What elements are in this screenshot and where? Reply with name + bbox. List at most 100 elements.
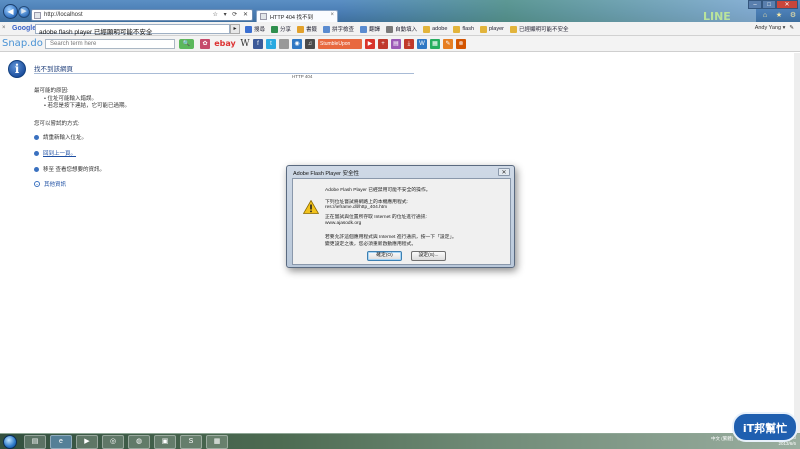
google-tool-9[interactable]: 已經顯明可能不安全 (510, 25, 569, 33)
google-account[interactable]: Andy Yang ▾ ✎ (755, 25, 794, 31)
try-heading: 您可以嘗試的方式: (34, 121, 80, 127)
google-toolbar: × Google adobe flash player 已經顯明可能不安全 ▸ … (0, 22, 800, 36)
tray-item[interactable]: 中文 (繁體) (711, 436, 733, 442)
info-icon: i (8, 60, 26, 78)
snapdo-search-input[interactable]: Search term here (45, 39, 175, 49)
more-info-link[interactable]: ⌄ 其他資訊 (34, 180, 66, 188)
google-toolbar-close-icon[interactable]: × (2, 25, 6, 31)
word-icon[interactable]: W (417, 39, 427, 49)
address-bar[interactable]: http://localhost ☆ ▾ ⟳ ✕ (31, 9, 253, 21)
back-button[interactable]: ◀ (3, 4, 18, 19)
google-tool-0[interactable]: 搜尋 (245, 25, 265, 33)
favorites-star-icon[interactable]: ★ (774, 11, 784, 20)
address-url[interactable]: http://localhost (44, 12, 83, 18)
google-tool-8[interactable]: player (480, 25, 504, 33)
google-tool-3[interactable]: 拼字檢查 (323, 25, 354, 33)
dialog-line: res://ieframe.dll/http_404.htm (325, 205, 388, 210)
snapdo-logo: Snap.do (2, 38, 43, 49)
plus-icon[interactable]: + (378, 39, 388, 49)
home-icon[interactable]: ⌂ (760, 11, 770, 20)
autofill-icon (386, 25, 394, 33)
google-toolbar-tools: 搜尋 分享 書籤 拼字檢查 翻譯 自動填入 adobe flash player 已經顯明可能不安… (245, 25, 569, 33)
minimize-button[interactable]: – (748, 0, 762, 9)
line-taskbar-icon[interactable]: ▣ (154, 435, 176, 449)
dialog-title: Adobe Flash Player 安全性 (293, 171, 360, 177)
google-tool-label[interactable]: 分享 (280, 25, 291, 33)
stumbleupon-button[interactable]: StumbleUpon (318, 39, 362, 49)
skype-taskbar-icon[interactable]: S (180, 435, 202, 449)
google-tool-label[interactable]: 搜尋 (254, 25, 265, 33)
facebook-icon[interactable]: f (253, 39, 263, 49)
google-tool-6[interactable]: adobe (423, 25, 447, 33)
google-tool-label[interactable]: adobe (432, 26, 447, 32)
tab-close-icon[interactable]: × (330, 12, 334, 18)
google-tool-label[interactable]: 自動填入 (395, 25, 417, 33)
http-status-code: HTTP 404 (292, 74, 313, 79)
snapdo-toolbar: Snap.do Search term here 🔍 ✿ ebay W f t … (0, 36, 800, 52)
dialog-line: www.ajasodk.org (325, 221, 362, 226)
google-tool-4[interactable]: 翻譯 (360, 25, 380, 33)
twitter-icon[interactable]: t (266, 39, 276, 49)
cause-item: • 若您是按下連結，它可能已過期。 (44, 103, 130, 109)
dialog-line: 若要允許這個應用程式與 Internet 進行通訊，按一下「設定」。 (325, 235, 457, 240)
page-scrollbar[interactable] (794, 53, 800, 433)
doc-icon[interactable]: ▤ (391, 39, 401, 49)
google-tool-label[interactable]: 書籤 (306, 25, 317, 33)
google-tool-7[interactable]: flash (453, 25, 474, 33)
media-taskbar-icon[interactable]: ▶ (76, 435, 98, 449)
tools-gear-icon[interactable]: ⚙ (788, 11, 798, 20)
dialog-line: 正在嘗試與位置所存取 Internet 的位址進行通訊: (325, 215, 427, 220)
windows-taskbar: ▤ e ▶ ◎ ◍ ▣ S ▦ 中文 (繁體) 新注音 2010 下午 04:1… (0, 433, 800, 449)
google-tool-label[interactable]: flash (462, 26, 474, 32)
tab-http-404[interactable]: HTTP 404 找不到 × (256, 10, 338, 22)
gift-icon[interactable]: ✿ (200, 39, 210, 49)
close-circle-icon[interactable]: ⊗ (456, 39, 466, 49)
youtube-icon[interactable]: ▶ (365, 39, 375, 49)
option-go-to: 移至 查看您想要的資訊。 (34, 165, 105, 173)
google-tool-label[interactable]: 拼字檢查 (332, 25, 354, 33)
option-go-back-link[interactable]: 回到上一頁。 (34, 149, 76, 157)
google-tool-label[interactable]: 翻譯 (369, 25, 380, 33)
pdf-icon[interactable]: ⤓ (404, 39, 414, 49)
explorer-taskbar-icon[interactable]: ▤ (24, 435, 46, 449)
highlight-icon (423, 25, 431, 33)
browser-titlebar: ◀ ▶ http://localhost ☆ ▾ ⟳ ✕ HTTP 404 找不… (0, 0, 800, 23)
start-button[interactable] (3, 435, 17, 449)
bullet-icon (34, 134, 39, 140)
ok-button[interactable]: 確定(O) (367, 251, 402, 261)
dialog-line: 變更設定之後，您必須重新啟動應用程式。 (325, 242, 417, 247)
toolbar-settings-icon[interactable]: ✎ (789, 25, 794, 31)
app-taskbar-icon[interactable]: ▦ (206, 435, 228, 449)
google-search-value[interactable]: adobe flash player 已經顯明可能不安全 (39, 26, 152, 36)
settings-button[interactable]: 設定(S)... (411, 251, 446, 261)
calc-icon[interactable]: ▦ (430, 39, 440, 49)
account-name[interactable]: Andy Yang ▾ (755, 25, 786, 31)
expand-icon[interactable]: ⌄ (34, 181, 40, 187)
ie-taskbar-icon[interactable]: e (50, 435, 72, 449)
camera-icon[interactable]: ◉ (292, 39, 302, 49)
firefox-taskbar-icon[interactable]: ◍ (128, 435, 150, 449)
google-tool-label[interactable]: 已經顯明可能不安全 (519, 25, 569, 33)
google-tool-5[interactable]: 自動填入 (386, 25, 417, 33)
chrome-taskbar-icon[interactable]: ◎ (102, 435, 124, 449)
dialog-close-button[interactable]: ✕ (498, 168, 510, 176)
dialog-line: Adobe Flash Player 已經禁用可能不安全的操作。 (325, 188, 431, 193)
ebay-icon[interactable]: ebay (213, 39, 237, 49)
flash-security-dialog: Adobe Flash Player 安全性 ✕ Adobe Flash Pla… (286, 165, 515, 268)
page-title: 找不到該網頁 (34, 66, 73, 73)
forward-button[interactable]: ▶ (18, 6, 30, 18)
wikipedia-icon[interactable]: W (240, 39, 250, 49)
google-tool-label[interactable]: player (489, 26, 504, 32)
google-search-input[interactable]: adobe flash player 已經顯明可能不安全 (35, 24, 230, 36)
close-window-button[interactable]: ✕ (776, 0, 798, 9)
google-search-button[interactable]: ▸ (230, 24, 240, 34)
address-actions[interactable]: ☆ ▾ ⟳ ✕ (213, 11, 250, 18)
snapdo-search-button[interactable]: 🔍 (179, 39, 194, 49)
snapdo-search-placeholder: Search term here (50, 41, 97, 47)
google-tool-2[interactable]: 書籤 (297, 25, 317, 33)
google-tool-1[interactable]: 分享 (271, 25, 291, 33)
music-icon[interactable]: ♫ (305, 39, 315, 49)
maximize-button[interactable]: □ (762, 0, 776, 9)
search-icon (245, 25, 252, 33)
pen-icon[interactable]: ✎ (443, 39, 453, 49)
